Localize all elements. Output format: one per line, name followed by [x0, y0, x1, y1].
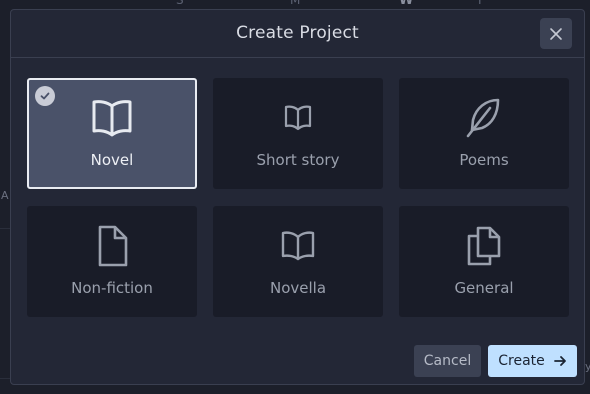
tile-label: Novella [269, 279, 327, 297]
book-open-small-icon [284, 105, 312, 131]
cancel-button[interactable]: Cancel [414, 345, 481, 377]
create-project-dialog: Create Project Novel Short story Poems N… [10, 9, 585, 385]
project-type-poems[interactable]: Poems [399, 78, 569, 189]
dialog-header: Create Project [11, 10, 584, 58]
weekday-label: W [399, 0, 414, 8]
dialog-title: Create Project [236, 23, 359, 43]
create-button[interactable]: Create [488, 345, 577, 377]
project-type-short-story[interactable]: Short story [213, 78, 383, 189]
tile-label: General [454, 279, 514, 297]
cancel-label: Cancel [423, 353, 472, 369]
weekday-label: S [176, 0, 184, 7]
file-icon [98, 225, 128, 267]
tile-label: Short story [256, 151, 340, 169]
grid-line [0, 228, 10, 229]
project-type-general[interactable]: General [399, 206, 569, 317]
project-type-non-fiction[interactable]: Non-fiction [27, 206, 197, 317]
tile-label: Non-fiction [71, 279, 153, 297]
close-icon [550, 27, 562, 40]
feather-icon [466, 98, 500, 138]
grid-line [0, 378, 10, 379]
project-type-novel[interactable]: Novel [27, 78, 197, 189]
arrow-right-icon [553, 356, 566, 366]
weekday-label: F [478, 0, 485, 7]
close-button[interactable] [540, 18, 572, 49]
side-letter: y [585, 360, 590, 373]
tile-label: Novel [90, 151, 134, 169]
project-type-novella[interactable]: Novella [213, 206, 383, 317]
book-open-icon [281, 231, 315, 261]
create-label: Create [498, 353, 545, 369]
weekday-label: M [290, 0, 301, 7]
tile-label: Poems [459, 151, 509, 169]
copy-icon [467, 226, 501, 266]
book-open-icon [92, 100, 132, 137]
side-letter: A [1, 189, 9, 202]
